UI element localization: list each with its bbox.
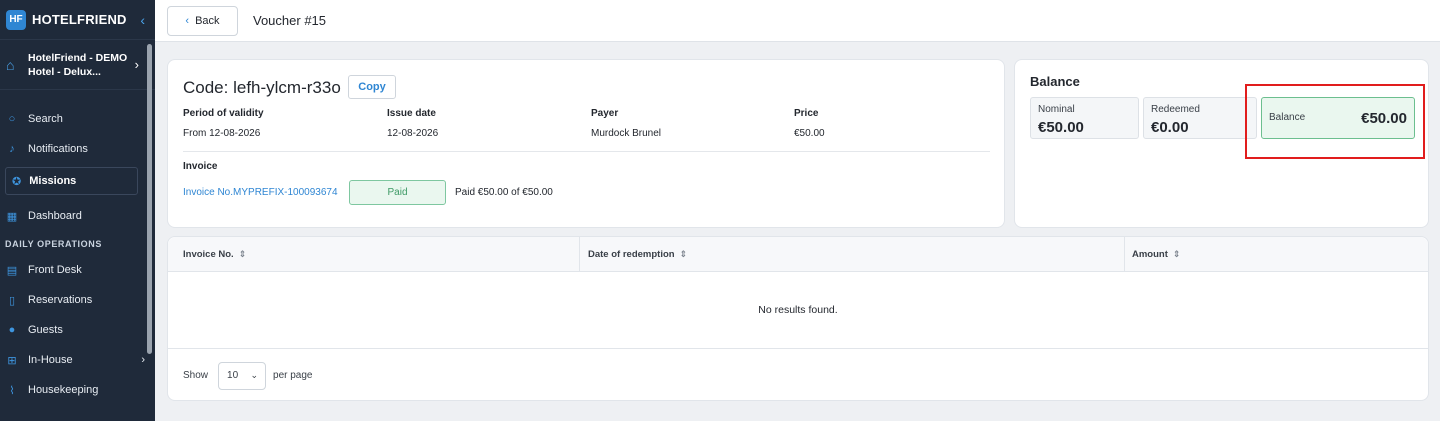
sidebar-item-reservations[interactable]: ▯ Reservations	[0, 285, 155, 315]
column-header-date[interactable]: Date of redemption ⇕	[588, 237, 687, 272]
back-label: Back	[195, 14, 220, 27]
sort-icon: ⇕	[1172, 249, 1181, 259]
balance-title: Balance	[1030, 74, 1080, 89]
brand-name: HOTELFRIEND	[32, 12, 127, 27]
page-title: Voucher #15	[253, 13, 327, 28]
sidebar: HF HOTELFRIEND ‹ ⌂ HotelFriend - DEMO Ho…	[0, 0, 155, 421]
home-icon: ⌂	[6, 56, 15, 73]
sidebar-item-label: Search	[28, 113, 63, 125]
nominal-tile: Nominal €50.00	[1030, 97, 1139, 139]
section-title: DAILY OPERATIONS	[5, 239, 102, 249]
column-divider	[1124, 237, 1125, 272]
price-field: Price €50.00	[794, 108, 825, 139]
sidebar-item-search[interactable]: ○ Search	[0, 104, 155, 134]
sidebar-item-label: Front Desk	[28, 264, 82, 276]
sidebar-item-label: In-House	[28, 354, 73, 366]
field-label: Price	[794, 108, 819, 119]
table-header: Invoice No. ⇕ Date of redemption ⇕ Amount ⇕	[168, 237, 1428, 272]
invoice-link[interactable]: Invoice No.MYPREFIX-100093674	[183, 187, 338, 198]
cart-icon: ⊞	[7, 354, 17, 367]
sidebar-item-housekeeping[interactable]: ⌇ Housekeeping	[0, 375, 155, 405]
page-size-select[interactable]: 10 ⌄	[218, 361, 267, 390]
field-label: Issue date	[387, 108, 436, 119]
field-label: Period of validity	[183, 108, 264, 119]
award-icon: ✪	[12, 175, 22, 188]
empty-state: No results found.	[758, 304, 838, 316]
paid-amount-text: Paid €50.00 of €50.00	[455, 187, 553, 198]
column-header-invoice[interactable]: Invoice No. ⇕	[183, 237, 246, 272]
missions-button[interactable]: ✪ Missions	[5, 167, 138, 195]
tile-value: €50.00	[1038, 119, 1084, 136]
hotel-name: HotelFriend - DEMO Hotel - Delux...	[28, 51, 128, 78]
chevron-right-icon: ›	[141, 354, 145, 366]
dashboard-icon: ▦	[6, 210, 18, 223]
sidebar-item-dashboard[interactable]: ▦ Dashboard	[0, 201, 155, 231]
brand-bar: HF HOTELFRIEND ‹	[0, 0, 155, 40]
invoice-label: Invoice	[183, 161, 218, 172]
chevron-right-icon: ›	[134, 57, 139, 72]
highlight-box	[1245, 84, 1425, 159]
field-value: €50.00	[794, 128, 825, 139]
chevron-down-icon: ⌄	[250, 370, 259, 380]
calendar-icon: ▤	[6, 264, 18, 277]
show-label: Show	[183, 370, 209, 381]
column-divider	[579, 237, 580, 272]
payer-field: Payer Murdock Brunel	[591, 108, 661, 139]
document-icon: ▯	[8, 294, 16, 307]
sidebar-item-label: Housekeeping	[28, 384, 99, 396]
redemptions-table: Invoice No. ⇕ Date of redemption ⇕ Amount ⇕…	[167, 236, 1429, 401]
hotel-selector[interactable]: ⌂ HotelFriend - DEMO Hotel - Delux... ›	[0, 40, 155, 90]
broom-icon: ⌇	[9, 384, 15, 397]
page-size-value: 10	[227, 370, 239, 381]
sidebar-item-label: Dashboard	[28, 210, 82, 222]
tile-value: €0.00	[1151, 119, 1189, 136]
column-header-amount[interactable]: Amount ⇕	[1132, 237, 1180, 272]
search-icon: ○	[8, 113, 16, 125]
field-value: 12-08-2026	[387, 128, 439, 139]
top-bar: ‹ Back Voucher #15	[155, 0, 1440, 42]
sidebar-item-front-desk[interactable]: ▤ Front Desk	[0, 255, 155, 285]
sidebar-item-guests[interactable]: ● Guests	[0, 315, 155, 345]
brand-logo-icon: HF	[6, 9, 26, 30]
sidebar-item-notifications[interactable]: ♪ Notifications	[0, 134, 155, 164]
sidebar-item-in-house[interactable]: ⊞ In-House ›	[0, 345, 155, 375]
sidebar-nav: ○ Search ♪ Notifications ✪ Missions ▦ Da…	[0, 90, 155, 405]
payer-link[interactable]: Murdock Brunel	[591, 128, 661, 139]
field-label: Payer	[591, 108, 619, 119]
table-footer: Show 10 ⌄ per page	[168, 348, 1428, 402]
sort-icon: ⇕	[238, 249, 247, 259]
field-value: From 12-08-2026	[183, 128, 261, 139]
issue-date-field: Issue date 12-08-2026	[387, 108, 438, 139]
sidebar-item-label: Guests	[28, 324, 63, 336]
sort-icon: ⇕	[679, 249, 688, 259]
bell-icon: ♪	[9, 143, 15, 155]
per-page-label: per page	[273, 370, 313, 381]
tile-label: Nominal	[1038, 104, 1075, 115]
collapse-sidebar-icon[interactable]: ‹	[140, 12, 145, 28]
voucher-details-card: Code: lefh-ylcm-r33o Copy Period of vali…	[167, 59, 1005, 228]
back-button[interactable]: ‹ Back	[167, 5, 238, 36]
missions-label: Missions	[29, 175, 77, 187]
status-badge: Paid	[349, 180, 446, 205]
redeemed-tile: Redeemed €0.00	[1143, 97, 1257, 139]
validity-field: Period of validity From 12-08-2026	[183, 108, 264, 139]
sidebar-scrollbar[interactable]	[147, 44, 152, 354]
sidebar-item-label: Notifications	[28, 143, 88, 155]
chevron-left-icon: ‹	[185, 14, 190, 27]
user-icon: ●	[8, 324, 16, 336]
voucher-code: Code: lefh-ylcm-r33o	[183, 78, 341, 97]
tile-label: Redeemed	[1151, 104, 1200, 115]
divider	[183, 151, 990, 152]
sidebar-item-label: Reservations	[28, 294, 93, 306]
copy-button[interactable]: Copy	[348, 75, 396, 99]
